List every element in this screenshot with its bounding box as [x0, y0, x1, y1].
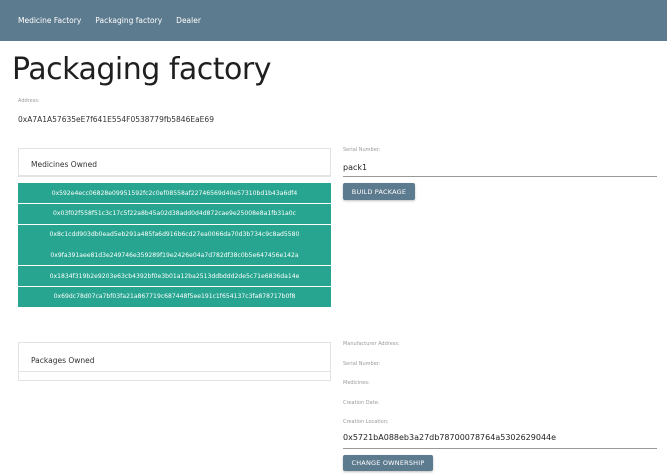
address-value: 0xA7A1A57635eE7f641E554F0538779fb5846EaE… — [18, 115, 214, 124]
medicine-item[interactable]: 0x9fa391aee81d3e249746e359289f19e2426e04… — [18, 245, 331, 266]
creation-location-value: 0x5721bA088eb3a27db78700078764a530262904… — [343, 433, 557, 442]
packages-owned-header: Packages Owned — [19, 343, 330, 372]
medicines-owned-header: Medicines Owned — [19, 149, 330, 176]
manufacturer-address-label: Manufacturer Address: — [343, 341, 400, 347]
packages-owned-card: Packages Owned — [18, 342, 331, 381]
nav-link-packaging-factory[interactable]: Packaging factory — [95, 16, 162, 25]
creation-location-underline — [343, 448, 657, 449]
creation-location-label: Creation Location: — [343, 419, 389, 425]
page-title: Packaging factory — [12, 52, 271, 87]
medicines-list: 0x592e4ecc06828e09951592fc2c0ef08558af22… — [18, 183, 331, 308]
medicine-item[interactable]: 0x1834f319b2e9203e63cb4392bf0e3b01a12ba2… — [18, 266, 331, 287]
change-ownership-button[interactable]: CHANGE OWNERSHIP — [343, 455, 433, 471]
packages-list — [19, 372, 330, 380]
medicines-owned-card: Medicines Owned — [18, 148, 331, 177]
top-nav-bar: Medicine Factory Packaging factory Deale… — [0, 0, 667, 41]
medicine-item[interactable]: 0x8c1cdd903db0ead5eb291a485fa6d916b6cd27… — [18, 224, 331, 245]
medicine-item[interactable]: 0x03f02f558f51c3c17c5f22a8b45a02d38add0d… — [18, 203, 331, 224]
nav-link-medicine-factory[interactable]: Medicine Factory — [18, 16, 81, 25]
medicines-label: Medicines: — [343, 380, 370, 386]
medicine-item[interactable]: 0x69dc78d07ca7bf03fa21a867719c687448f5ee… — [18, 286, 331, 307]
address-label: Address: — [18, 98, 40, 104]
serial-number-input[interactable] — [343, 159, 657, 177]
serial-number-label: Serial Number: — [343, 147, 381, 153]
creation-date-label: Creation Date: — [343, 400, 380, 406]
build-package-button[interactable]: BUILD PACKAGE — [343, 183, 415, 200]
nav-link-dealer[interactable]: Dealer — [176, 16, 201, 25]
details-serial-number-label: Serial Number: — [343, 361, 381, 367]
medicine-item[interactable]: 0x592e4ecc06828e09951592fc2c0ef08558af22… — [18, 183, 331, 203]
